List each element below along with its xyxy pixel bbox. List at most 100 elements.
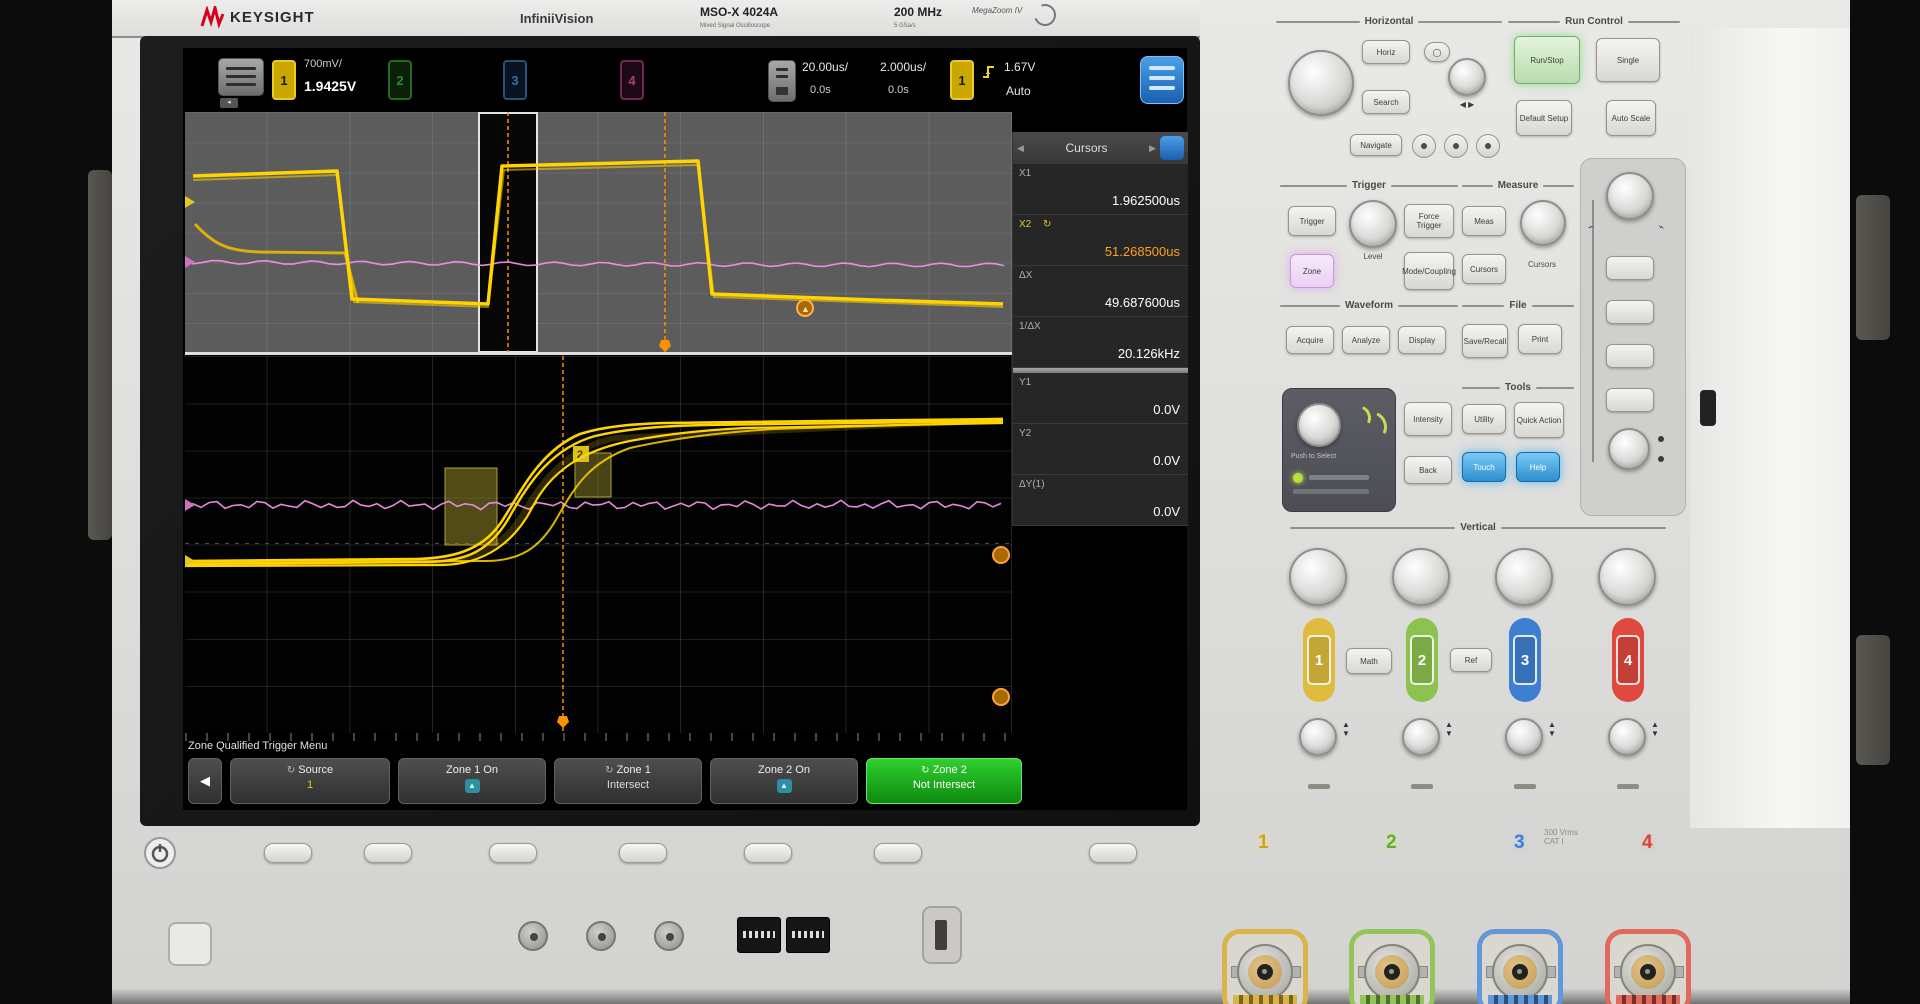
back-mini-icon[interactable]: ◂: [220, 98, 238, 108]
default-setup-button[interactable]: Default Setup: [1516, 100, 1572, 136]
ref-button[interactable]: Ref: [1450, 648, 1492, 672]
channel4-badge[interactable]: 4: [620, 60, 644, 100]
ch1-scale-knob[interactable]: [1289, 548, 1347, 606]
cursor-row-x1[interactable]: X11.962500us: [1013, 164, 1188, 215]
channel1-badge[interactable]: 1: [272, 60, 296, 100]
mode-coupling-button[interactable]: Mode/Coupling: [1404, 252, 1454, 290]
cursor-row-dx[interactable]: ΔX49.687600us: [1013, 266, 1188, 317]
softkey-4[interactable]: [619, 843, 667, 863]
strip-softkey-4[interactable]: [1606, 388, 1654, 412]
strip-softkey-3[interactable]: [1606, 344, 1654, 368]
panel-next-icon[interactable]: ▶: [1149, 143, 1156, 154]
bandwidth: 200 MHz: [894, 5, 942, 19]
meas-button[interactable]: Meas: [1462, 206, 1506, 236]
ch2-scale-knob[interactable]: [1392, 548, 1450, 606]
cal-button[interactable]: [168, 922, 212, 966]
horizontal-scale-knob[interactable]: [1288, 50, 1354, 116]
analyze-button[interactable]: Analyze: [1342, 326, 1390, 354]
sample-rate: 5 GSa/s: [894, 23, 916, 29]
intensity-button[interactable]: Intensity: [1404, 402, 1452, 436]
ch4-position-knob[interactable]: [1608, 718, 1646, 756]
panel-menu-icon[interactable]: [1160, 136, 1184, 160]
cursors-button[interactable]: Cursors: [1462, 254, 1506, 284]
back-button[interactable]: Back: [1404, 456, 1452, 484]
cursor-row-y2[interactable]: Y20.0V: [1013, 424, 1188, 475]
horizontal-delay-knob[interactable]: [1448, 58, 1486, 96]
multiplex-knob-top[interactable]: [1606, 172, 1654, 220]
softkey-3[interactable]: [489, 843, 537, 863]
softkey-1[interactable]: [264, 843, 312, 863]
channel1-button[interactable]: 1: [1303, 618, 1335, 702]
search-button[interactable]: Search: [1362, 90, 1410, 114]
ch1-position-knob[interactable]: [1299, 718, 1337, 756]
strip-softkey-1[interactable]: [1606, 256, 1654, 280]
digital-pod-connector-1[interactable]: [737, 917, 781, 953]
channel2-button[interactable]: 2: [1406, 618, 1438, 702]
strip-softkey-2[interactable]: [1606, 300, 1654, 324]
cursor-panel-header[interactable]: ◀ Cursors ▶: [1013, 132, 1188, 164]
menu-source-button[interactable]: ↻Source 1: [230, 758, 390, 804]
cursor-row-dy[interactable]: ΔY(1)0.0V: [1013, 475, 1188, 526]
multiplex-knob-bottom[interactable]: [1608, 428, 1650, 470]
run-stop-button[interactable]: Run/Stop: [1514, 36, 1580, 84]
menu-onoff-button[interactable]: [1089, 843, 1137, 863]
main-waveform-window[interactable]: ▲: [185, 112, 1012, 353]
softkey-6[interactable]: [874, 843, 922, 863]
ch4-scale-knob[interactable]: [1598, 548, 1656, 606]
math-button[interactable]: Math: [1346, 648, 1392, 674]
power-button[interactable]: [143, 836, 177, 870]
menu-zone2-mode-button[interactable]: ↻Zone 2 Not Intersect: [866, 758, 1022, 804]
ch2-position-knob[interactable]: [1402, 718, 1440, 756]
ch1-scale: 700mV/: [304, 58, 342, 70]
menu-sidebar-icon[interactable]: [218, 58, 264, 96]
zoom-button[interactable]: ◯: [1424, 42, 1450, 62]
zone-trigger-button[interactable]: Zone: [1290, 254, 1334, 288]
menu-zone1-mode-button[interactable]: ↻Zone 1 Intersect: [554, 758, 702, 804]
utility-button[interactable]: Utility: [1462, 404, 1506, 434]
touch-sidebar-icon[interactable]: [1140, 56, 1184, 104]
trigger-level-knob[interactable]: [1349, 200, 1397, 248]
menu-zone2-on-button[interactable]: Zone 2 On▲: [710, 758, 858, 804]
softkey-2[interactable]: [364, 843, 412, 863]
cursor-row-x2[interactable]: X2 ↻ 51.268500us: [1013, 215, 1188, 266]
softkey-5[interactable]: [744, 843, 792, 863]
trigger-source-badge[interactable]: 1: [950, 60, 974, 100]
nav-prev-button[interactable]: [1412, 134, 1436, 158]
auto-scale-button[interactable]: Auto Scale: [1606, 100, 1656, 136]
ch3-position-knob[interactable]: [1505, 718, 1543, 756]
single-button[interactable]: Single: [1596, 38, 1660, 82]
digital-pod-connector-2[interactable]: [786, 917, 830, 953]
trigger-button[interactable]: Trigger: [1288, 206, 1336, 236]
cursors-knob[interactable]: [1520, 200, 1566, 246]
navigate-button[interactable]: Navigate: [1350, 134, 1402, 156]
quick-action-button[interactable]: Quick Action: [1514, 402, 1564, 438]
timebase-icon[interactable]: [768, 60, 796, 102]
force-trigger-button[interactable]: Force Trigger: [1404, 204, 1454, 238]
ch3-scale-knob[interactable]: [1495, 548, 1553, 606]
entry-knob[interactable]: [1297, 403, 1341, 447]
menu-zone1-on-button[interactable]: Zone 1 On▲: [398, 758, 546, 804]
print-button[interactable]: Print: [1518, 324, 1562, 354]
cursor-row-y1[interactable]: Y10.0V: [1013, 373, 1188, 424]
ground-terminal[interactable]: [654, 921, 684, 951]
window-divider[interactable]: [185, 352, 1012, 355]
touch-button[interactable]: Touch: [1462, 452, 1506, 482]
nav-play-button[interactable]: [1444, 134, 1468, 158]
help-button[interactable]: Help: [1516, 452, 1560, 482]
horiz-button[interactable]: Horiz: [1362, 40, 1410, 64]
panel-prev-icon[interactable]: ◀: [1017, 143, 1024, 154]
acquire-button[interactable]: Acquire: [1286, 326, 1334, 354]
zoom-waveform-window[interactable]: 2: [185, 356, 1012, 733]
save-recall-button[interactable]: Save/Recall: [1462, 324, 1508, 358]
channel3-badge[interactable]: 3: [503, 60, 527, 100]
cursor-row-1dx[interactable]: 1/ΔX20.126kHz: [1013, 317, 1188, 368]
channel4-button[interactable]: 4: [1612, 618, 1644, 702]
channel3-button[interactable]: 3: [1509, 618, 1541, 702]
probe-comp-terminal-1[interactable]: [518, 921, 548, 951]
menu-back-button[interactable]: ◀: [188, 758, 222, 804]
display-button[interactable]: Display: [1398, 326, 1446, 354]
probe-comp-terminal-2[interactable]: [586, 921, 616, 951]
channel2-badge[interactable]: 2: [388, 60, 412, 100]
usb-port[interactable]: [922, 906, 962, 964]
nav-next-button[interactable]: [1476, 134, 1500, 158]
